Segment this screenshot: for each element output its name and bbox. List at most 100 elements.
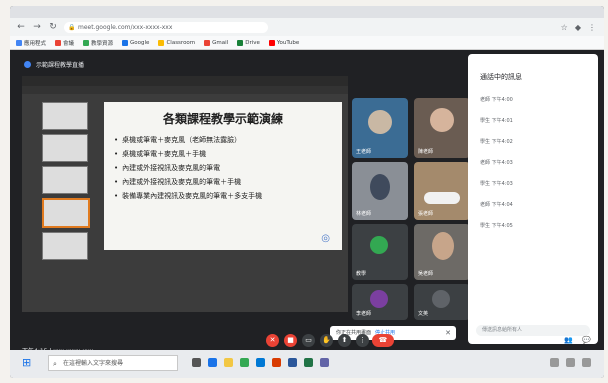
raise-hand-icon[interactable]: ✋: [320, 334, 333, 347]
url-text: meet.google.com/xxx-xxxx-xxx: [78, 23, 173, 31]
participant-name: 教學: [356, 271, 367, 277]
chat-message: 老師 下午4:00: [480, 97, 513, 103]
chrome-icon[interactable]: [240, 358, 249, 367]
file-explorer-icon[interactable]: [224, 358, 233, 367]
chat-message: 學生 下午4:03: [480, 181, 513, 187]
participant-video: [430, 108, 454, 132]
menu-icon[interactable]: ⋮: [588, 23, 596, 32]
bookmark-item[interactable]: YouTube: [268, 39, 299, 46]
clock-icon[interactable]: [582, 358, 591, 367]
chat-message: 老師 下午4:04: [480, 202, 513, 208]
extension-icon[interactable]: ◆: [575, 23, 581, 32]
participant-tile[interactable]: 李老師: [352, 284, 408, 320]
star-icon[interactable]: ☆: [561, 23, 568, 32]
chat-title: 通話中的訊息: [480, 73, 522, 81]
slide-bullet: 桌機或筆電＋麥克風（老師無法露臉）: [114, 135, 342, 145]
volume-icon[interactable]: [566, 358, 575, 367]
chat-message: 學生 下午4:02: [480, 139, 513, 145]
more-options-icon[interactable]: ⋮: [356, 334, 369, 347]
teams-icon[interactable]: [320, 358, 329, 367]
slide-thumbnail[interactable]: [42, 134, 88, 162]
bookmark-item[interactable]: 教學資源: [83, 39, 113, 47]
chat-message: 老師 下午4:03: [480, 160, 513, 166]
participant-name: 陳老師: [418, 149, 434, 155]
close-icon[interactable]: ✕: [445, 326, 451, 340]
camera-off-icon[interactable]: ■: [284, 334, 297, 347]
presentation-toolbar: [22, 76, 348, 86]
address-bar: ← → ↻ 🔒 meet.google.com/xxx-xxxx-xxx ☆ ◆…: [10, 18, 604, 36]
mic-off-icon[interactable]: ✕: [266, 334, 279, 347]
monitor-frame: ← → ↻ 🔒 meet.google.com/xxx-xxxx-xxx ☆ ◆…: [10, 6, 604, 378]
participant-name: 吳老師: [418, 271, 434, 277]
participant-tile[interactable]: 文英: [414, 284, 470, 320]
slide-thumbnails: [26, 98, 90, 308]
participant-tile[interactable]: 張老師: [414, 162, 470, 220]
slide-accessibility-icon: ◎: [321, 233, 330, 244]
excel-icon[interactable]: [304, 358, 313, 367]
people-icon[interactable]: 👥: [562, 334, 575, 347]
bookmark-item[interactable]: Drive: [237, 39, 260, 46]
chat-panel: 通話中的訊息 老師 下午4:00 學生 下午4:01 學生 下午4:02 老師 …: [468, 54, 598, 344]
meeting-title: 示範課程教學直播: [24, 60, 84, 69]
captions-icon[interactable]: ▭: [302, 334, 315, 347]
search-icon: ⌕: [53, 360, 57, 368]
store-icon[interactable]: [256, 358, 265, 367]
participant-video: [370, 174, 390, 200]
url-input[interactable]: 🔒 meet.google.com/xxx-xxxx-xxx: [64, 21, 268, 33]
info-icon[interactable]: ⓘ: [544, 334, 557, 347]
present-icon[interactable]: ⬆: [338, 334, 351, 347]
participant-tile[interactable]: 教學: [352, 224, 408, 280]
chat-message: 學生 下午4:01: [480, 118, 513, 124]
participant-name: 林老師: [356, 211, 372, 217]
system-tray-icon[interactable]: [550, 358, 559, 367]
participant-tile[interactable]: 林老師: [352, 162, 408, 220]
participant-avatar: [370, 236, 388, 254]
participant-tile[interactable]: 陳老師: [414, 98, 470, 158]
participant-video: [368, 110, 392, 134]
participant-name: 李老師: [356, 311, 372, 317]
slide-thumbnail[interactable]: [42, 232, 88, 260]
chat-input[interactable]: 傳送訊息給所有人: [476, 325, 590, 336]
participant-name: 文英: [418, 311, 429, 317]
slide-thumbnail[interactable]: [42, 102, 88, 130]
participant-name: 張老師: [418, 211, 434, 217]
slide-title: 各類課程教學示範演練: [162, 112, 283, 126]
participant-video: [424, 192, 460, 204]
participant-avatar: [370, 290, 388, 308]
participant-name: 王老師: [356, 149, 372, 155]
slide-bullets: 桌機或筆電＋麥克風（老師無法露臉） 桌機或筆電＋麥克風＋手機 內建或外接視訊及麥…: [114, 135, 342, 201]
participant-tile[interactable]: 王老師: [352, 98, 408, 158]
participant-tile[interactable]: 吳老師: [414, 224, 470, 280]
slide-bullet: 裝備專業內建視訊及麥克風的筆電＋多支手機: [114, 191, 342, 201]
windows-taskbar: ⊞ ⌕ 在這裡輸入文字來搜尋: [10, 350, 604, 378]
bookmarks-bar: 應用程式 會議 教學資源 Google Classroom Gmail Driv…: [10, 36, 604, 50]
forward-icon[interactable]: →: [32, 22, 42, 32]
lock-icon: 🔒: [68, 23, 76, 31]
word-icon[interactable]: [288, 358, 297, 367]
slide-thumbnail[interactable]: [42, 166, 88, 194]
bookmark-item[interactable]: Classroom: [158, 39, 195, 46]
edge-icon[interactable]: [208, 358, 217, 367]
slide-bullet: 桌機或筆電＋麥克風＋手機: [114, 149, 342, 159]
meet-area: 示範課程教學直播 各類課程教學示範演練 桌機或筆電＋麥克風（老師無法露臉） 桌機…: [10, 50, 604, 355]
bookmark-item[interactable]: 會議: [55, 39, 74, 47]
task-view-icon[interactable]: [192, 358, 201, 367]
browser-tab-bar: [10, 6, 604, 18]
slide-canvas: 各類課程教學示範演練 桌機或筆電＋麥克風（老師無法露臉） 桌機或筆電＋麥克風＋手…: [104, 102, 342, 250]
presentation-ribbon: [22, 86, 348, 94]
back-icon[interactable]: ←: [16, 22, 26, 32]
reload-icon[interactable]: ↻: [48, 22, 58, 32]
participant-avatar: [432, 290, 450, 308]
chat-icon[interactable]: 💬: [580, 334, 593, 347]
shared-screen: 各類課程教學示範演練 桌機或筆電＋麥克風（老師無法露臉） 桌機或筆電＋麥克風＋手…: [22, 76, 348, 312]
bookmark-item[interactable]: 應用程式: [16, 39, 46, 47]
taskbar-search-input[interactable]: ⌕ 在這裡輸入文字來搜尋: [48, 355, 178, 371]
bookmark-item[interactable]: Gmail: [204, 39, 228, 46]
slide-thumbnail-selected[interactable]: [42, 198, 90, 228]
windows-start-icon[interactable]: ⊞: [22, 356, 31, 369]
participant-video: [432, 232, 454, 260]
bookmark-item[interactable]: Google: [122, 39, 149, 46]
chat-message: 學生 下午4:05: [480, 223, 513, 229]
end-call-button[interactable]: ☎: [372, 334, 394, 347]
powerpoint-icon[interactable]: [272, 358, 281, 367]
